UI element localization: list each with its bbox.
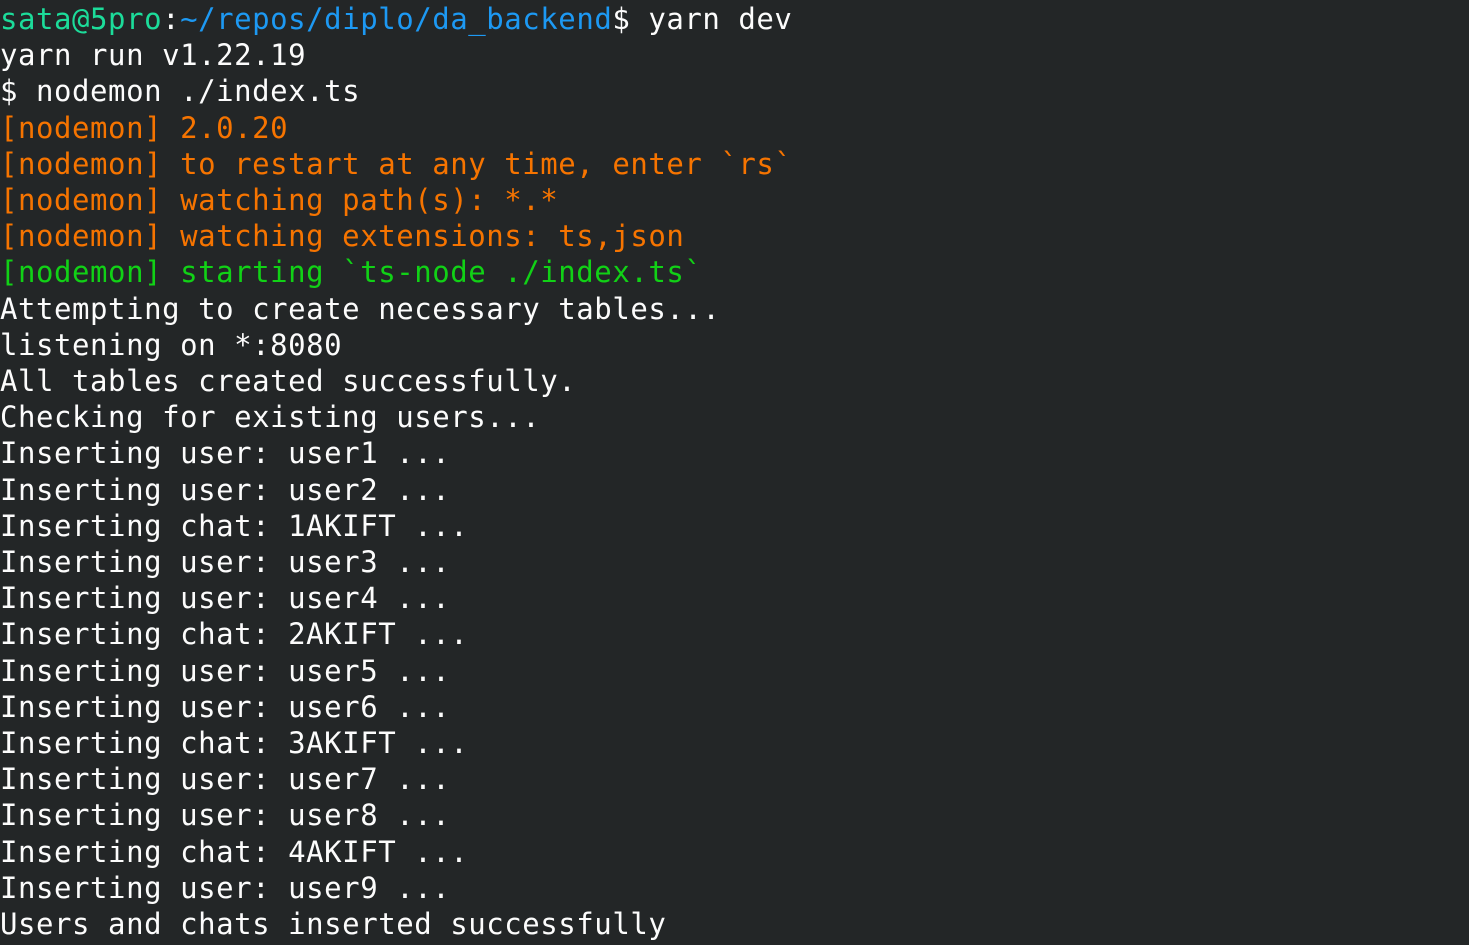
nodemon-line: [nodemon] to restart at any time, enter … <box>0 146 793 181</box>
output-line: Inserting chat: 3AKIFT ... <box>0 726 469 760</box>
output-line: Inserting user: user4 ... <box>0 581 451 616</box>
nodemon-start-line: [nodemon] starting `ts-node ./index.ts` <box>0 255 703 290</box>
output-line: $ nodemon ./index.ts <box>0 74 361 109</box>
prompt-line: sata@5pro:~/repos/diplo/da_backend$ yarn… <box>0 1 792 37</box>
output-line: Inserting user: user2 ... <box>0 472 451 507</box>
output-line: Checking for existing users... <box>0 400 541 435</box>
output-line: Inserting user: user7 ... <box>0 762 451 797</box>
prompt-separator: : <box>162 2 181 36</box>
output-line: listening on *:8080 <box>0 327 343 362</box>
output-line: Inserting user: user9 ... <box>0 870 451 905</box>
output-line: Inserting chat: 1AKIFT ... <box>0 508 469 543</box>
output-line: Inserting chat: 2AKIFT ... <box>0 617 469 652</box>
prompt-path: ~/repos/diplo/da_backend <box>180 2 613 36</box>
prompt-user-host: sata@5pro <box>0 2 163 36</box>
output-line: yarn run v1.22.19 <box>0 38 307 73</box>
nodemon-line: [nodemon] 2.0.20 <box>0 110 289 145</box>
output-line: Attempting to create necessary tables... <box>0 291 721 326</box>
output-line: Inserting user: user6 ... <box>0 689 451 724</box>
output-line: Inserting user: user5 ... <box>0 653 451 688</box>
output-line: Users and chats inserted successfully <box>0 907 667 941</box>
output-line: Inserting user: user8 ... <box>0 798 451 833</box>
output-line: Inserting user: user1 ... <box>0 436 451 471</box>
nodemon-line: [nodemon] watching extensions: ts,json <box>0 219 685 254</box>
output-line: Inserting user: user3 ... <box>0 545 451 579</box>
prompt-command: yarn dev <box>630 2 793 36</box>
nodemon-line: [nodemon] watching path(s): *.* <box>0 183 559 217</box>
output-line: Inserting chat: 4AKIFT ... <box>0 834 469 869</box>
output-line: All tables created successfully. <box>0 364 577 398</box>
terminal-window[interactable]: sata@5pro:~/repos/diplo/da_backend$ yarn… <box>0 0 1469 945</box>
prompt-symbol: $ <box>612 2 631 36</box>
